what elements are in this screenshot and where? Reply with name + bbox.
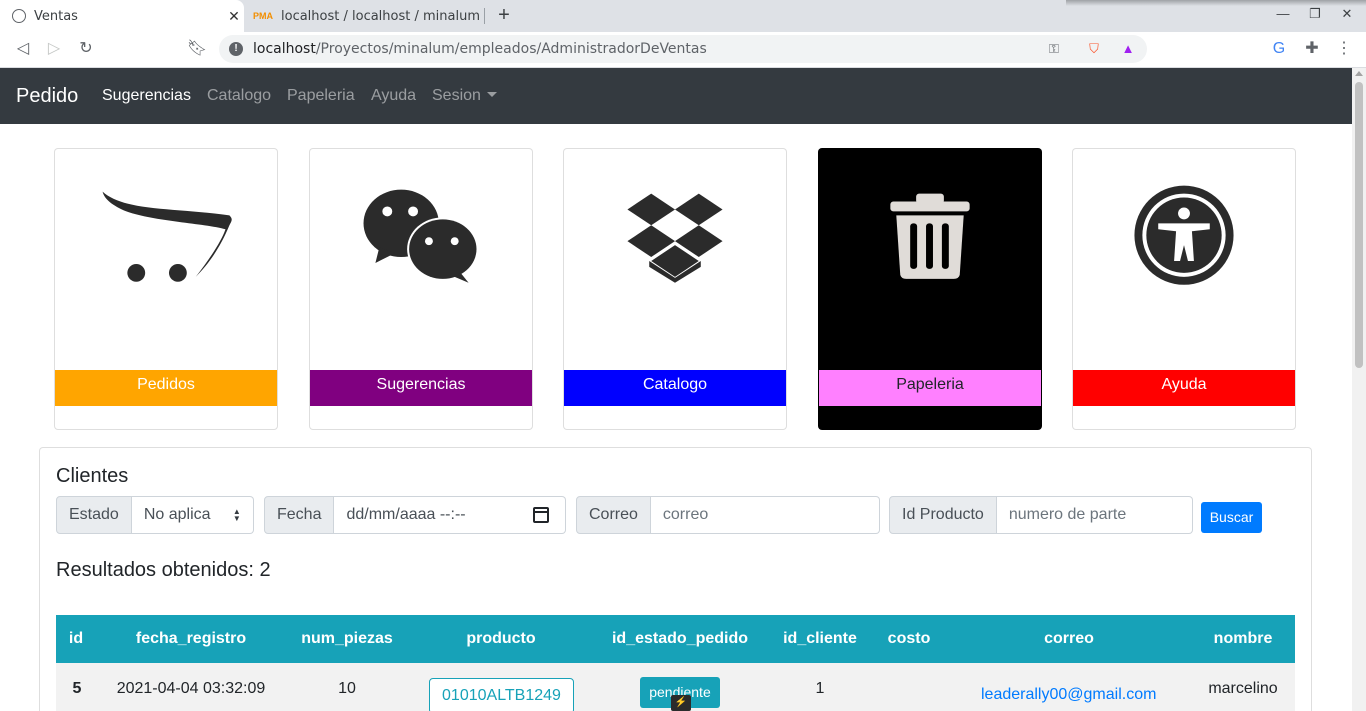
th-costo: costo [887, 630, 931, 647]
correo-link[interactable]: leaderally00@gmail.com [981, 686, 1156, 704]
navbar-brand[interactable]: Pedido [16, 85, 78, 108]
card-label-pedidos: Pedidos [55, 370, 277, 406]
brave-rewards-icon[interactable]: ▲ [1120, 41, 1136, 57]
th-id: id [68, 630, 84, 647]
tab-separator [484, 8, 485, 24]
minimize-icon[interactable]: — [1273, 6, 1293, 21]
cell-id: 5 [72, 680, 82, 697]
clientes-title: Clientes [56, 465, 129, 487]
results-count: Resultados obtenidos: 2 [56, 559, 271, 581]
th-nombre: nombre [1213, 630, 1273, 647]
producto-input[interactable]: numero de parte [996, 496, 1193, 534]
card-papeleria[interactable]: Papeleria [818, 148, 1042, 430]
fecha-label: Fecha [264, 496, 335, 534]
page-scrollbar[interactable] [1352, 68, 1366, 711]
table-header: id fecha_registro num_piezas producto id… [56, 615, 1295, 663]
trash-icon [890, 193, 970, 279]
producto-label: Id Producto [889, 496, 997, 534]
scrollbar-thumb[interactable] [1355, 82, 1363, 368]
extensions-icon[interactable]: ✚ [1301, 38, 1323, 60]
nav-papeleria[interactable]: Papeleria [287, 87, 355, 105]
browser-toolbar: ◁ ▷ ↻ 🔖︎ ! localhost/Proyectos/minalum/e… [0, 32, 1366, 68]
card-label-papeleria: Papeleria [819, 370, 1041, 406]
nav-catalogo[interactable]: Catalogo [207, 87, 271, 105]
card-sugerencias[interactable]: Sugerencias [309, 148, 533, 430]
cell-num-piezas: 10 [338, 680, 356, 697]
th-num-piezas: num_piezas [301, 630, 393, 647]
card-label-sugerencias: Sugerencias [310, 370, 532, 406]
correo-label: Correo [576, 496, 651, 534]
info-icon[interactable]: ! [229, 42, 243, 56]
translate-icon[interactable]: G [1268, 38, 1290, 60]
menu-icon[interactable]: ⋮ [1333, 38, 1355, 60]
fecha-input[interactable]: dd/mm/aaaa --:-- [334, 496, 567, 534]
close-tab-icon[interactable]: ✕ [224, 8, 244, 25]
accessibility-icon [1134, 185, 1234, 285]
browser-tab-strip: Ventas ✕ PMA localhost / localhost / min… [0, 0, 1366, 32]
producto-button[interactable]: 01010ALTB1249 [429, 678, 574, 711]
estado-label: Estado [56, 496, 132, 534]
estado-filter: Estado No aplica ▲ ▼ [56, 496, 254, 534]
buscar-button[interactable]: Buscar [1201, 502, 1262, 533]
globe-icon [12, 9, 26, 23]
calendar-icon[interactable] [533, 507, 550, 523]
select-arrows-icon: ▲ ▼ [232, 507, 241, 523]
brave-shield-icon[interactable]: ⛉ [1086, 41, 1102, 57]
reload-icon[interactable]: ↻ [75, 38, 97, 60]
bookmark-icon[interactable]: 🔖︎ [186, 38, 208, 60]
producto-filter: Id Producto numero de parte [889, 496, 1193, 534]
opencart-icon [102, 191, 232, 282]
dropbox-icon [627, 193, 723, 283]
cell-id-cliente: 1 [815, 680, 825, 697]
back-icon[interactable]: ◁ [12, 38, 34, 60]
app-navbar: Pedido Sugerencias Catalogo Papeleria Ay… [0, 68, 1352, 124]
key-icon[interactable]: ⚿ [1046, 41, 1062, 57]
correo-filter: Correo correo [576, 496, 880, 534]
nav-ayuda[interactable]: Ayuda [371, 87, 416, 105]
tab-title: localhost / localhost / minalum [281, 8, 480, 24]
card-pedidos[interactable]: Pedidos [54, 148, 278, 430]
estado-select[interactable]: No aplica ▲ ▼ [131, 496, 254, 534]
window-close-icon[interactable]: ✕ [1337, 6, 1357, 22]
url-text[interactable]: localhost/Proyectos/minalum/empleados/Ad… [253, 41, 707, 57]
card-label-ayuda: Ayuda [1073, 370, 1295, 406]
tab-title: Ventas [34, 8, 78, 24]
th-fecha-registro: fecha_registro [135, 630, 247, 647]
th-correo: correo [1044, 630, 1094, 647]
cell-fecha-registro: 2021-04-04 03:32:09 [116, 680, 266, 697]
correo-input[interactable]: correo [650, 496, 880, 534]
address-bar[interactable]: ! localhost/Proyectos/minalum/empleados/… [219, 35, 1147, 63]
new-tab-button[interactable]: + [494, 4, 514, 27]
restore-icon[interactable]: ❐ [1305, 6, 1325, 22]
card-label-catalogo: Catalogo [564, 370, 786, 406]
th-id-estado-pedido: id_estado_pedido [611, 630, 749, 647]
pdf-icon[interactable]: ⚡ [671, 695, 691, 711]
th-producto: producto [466, 630, 536, 647]
wechat-icon [363, 189, 479, 283]
card-ayuda[interactable]: Ayuda [1072, 148, 1296, 430]
fecha-filter: Fecha dd/mm/aaaa --:-- [264, 496, 567, 534]
cell-nombre: marcelino [1208, 680, 1278, 697]
browser-tab-phpmyadmin[interactable]: PMA localhost / localhost / minalum [247, 0, 485, 32]
phpmyadmin-icon: PMA [253, 11, 273, 21]
th-id-cliente: id_cliente [783, 630, 857, 647]
card-catalogo[interactable]: Catalogo [563, 148, 787, 430]
nav-sesion-dropdown[interactable]: Sesion [432, 87, 497, 105]
caret-down-icon [486, 92, 497, 97]
browser-tab-ventas[interactable]: Ventas ✕ [0, 0, 244, 32]
forward-icon[interactable]: ▷ [43, 38, 65, 60]
nav-sugerencias[interactable]: Sugerencias [102, 87, 191, 105]
